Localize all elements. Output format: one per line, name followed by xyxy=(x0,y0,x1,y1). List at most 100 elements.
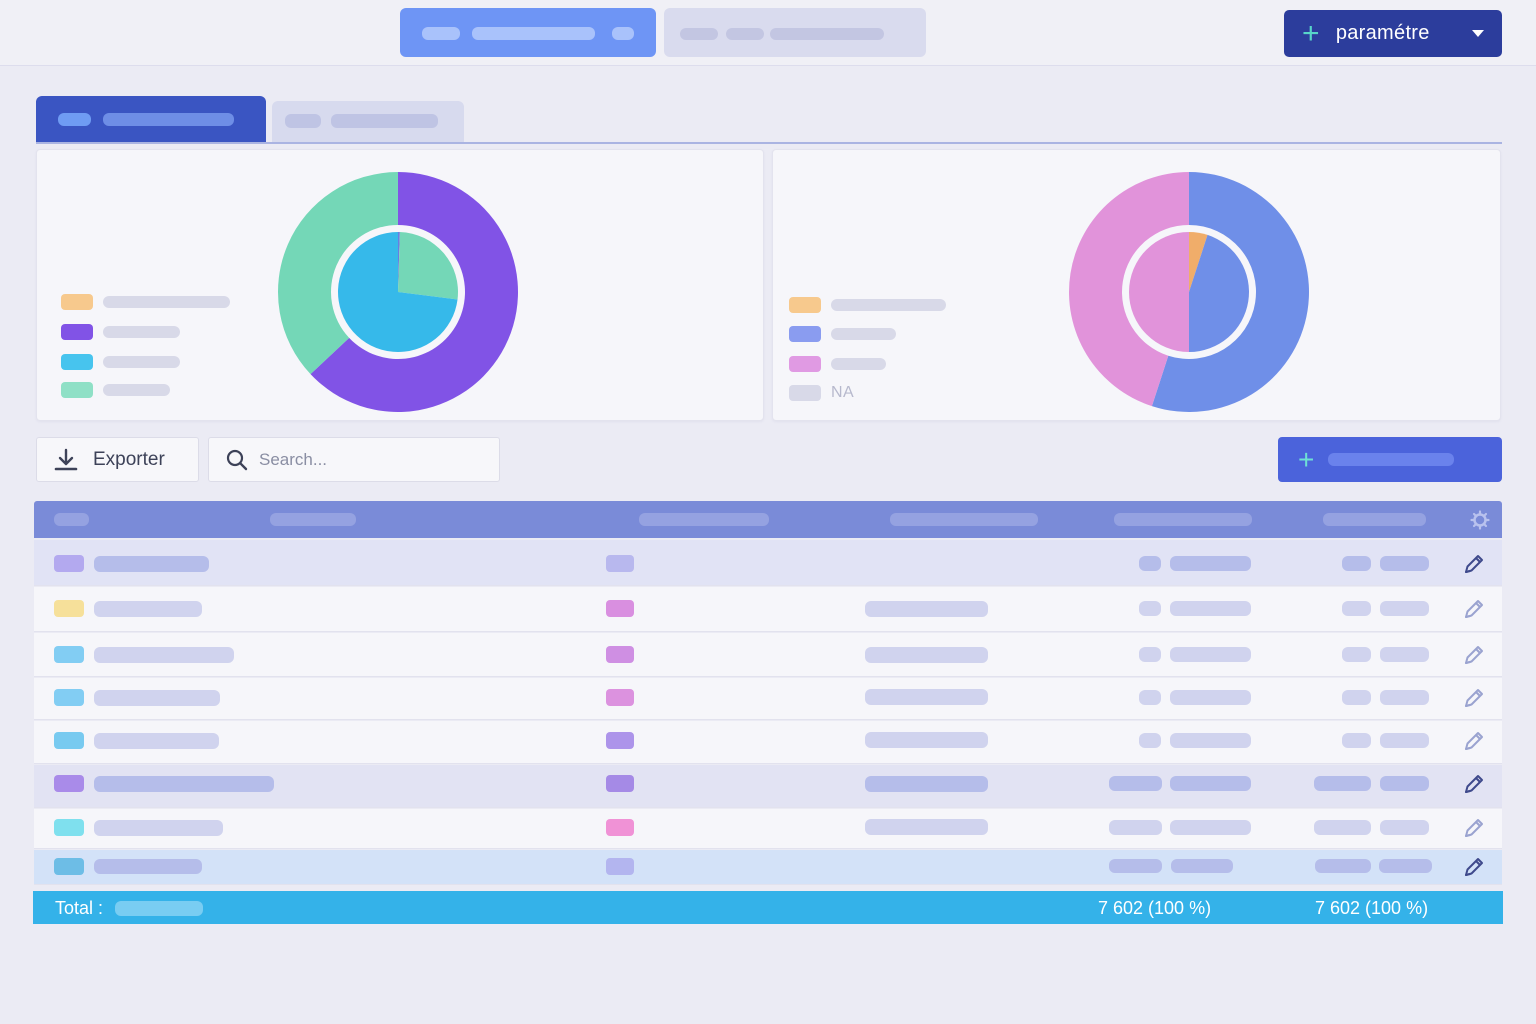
row-value-placeholder xyxy=(865,819,988,835)
legend-item: NA xyxy=(789,384,854,402)
row-value-placeholder xyxy=(1342,556,1371,571)
row-value-placeholder xyxy=(1139,733,1161,748)
search-icon xyxy=(226,449,248,470)
row-value-placeholder xyxy=(1139,690,1161,705)
edit-pencil-icon[interactable] xyxy=(1462,816,1486,840)
row-tag-swatch xyxy=(606,732,634,749)
row-value-placeholder xyxy=(1380,820,1429,835)
edit-pencil-icon[interactable] xyxy=(1462,552,1486,576)
column-header-placeholder[interactable] xyxy=(1323,513,1426,526)
settings-gear-icon[interactable] xyxy=(1470,510,1490,530)
table-row[interactable] xyxy=(34,587,1502,632)
nav-label-placeholder xyxy=(770,28,884,40)
legend-swatch xyxy=(789,385,821,401)
row-name-placeholder xyxy=(94,859,202,874)
table-header xyxy=(34,501,1502,538)
donut-inner-slice xyxy=(1128,232,1189,352)
row-value-placeholder xyxy=(1170,647,1251,662)
row-value-placeholder xyxy=(1315,859,1371,873)
row-name-placeholder xyxy=(94,820,223,836)
row-value-placeholder xyxy=(865,732,988,748)
row-value-placeholder xyxy=(1342,647,1371,662)
table-row[interactable] xyxy=(34,540,1502,586)
legend-label-placeholder xyxy=(831,328,896,340)
table-row[interactable] xyxy=(34,809,1502,849)
plus-icon: + xyxy=(1298,443,1315,475)
row-value-placeholder xyxy=(1109,820,1162,835)
total-label: Total : xyxy=(55,898,104,918)
legend-swatch xyxy=(789,356,821,372)
table-row[interactable] xyxy=(34,633,1502,677)
legend-item xyxy=(789,356,886,372)
row-value-placeholder xyxy=(1139,601,1161,616)
row-color-swatch xyxy=(54,600,84,617)
donut-chart xyxy=(278,172,518,412)
table-row[interactable] xyxy=(34,765,1502,808)
row-value-placeholder xyxy=(1139,556,1161,571)
legend-item xyxy=(61,294,230,310)
table-row[interactable] xyxy=(34,678,1502,720)
column-header-placeholder[interactable] xyxy=(54,513,89,526)
nav-badge-placeholder xyxy=(612,27,634,40)
row-name-placeholder xyxy=(94,556,209,572)
edit-pencil-icon[interactable] xyxy=(1462,729,1486,753)
legend-label-placeholder xyxy=(103,384,170,396)
add-button[interactable]: + xyxy=(1278,437,1502,482)
table-row[interactable] xyxy=(34,850,1502,885)
plus-icon: + xyxy=(1302,16,1320,50)
nav-icon-placeholder xyxy=(680,28,718,40)
row-value-placeholder xyxy=(1109,859,1162,873)
row-color-swatch xyxy=(54,689,84,706)
tab-active[interactable] xyxy=(36,96,266,143)
tab-label-placeholder xyxy=(103,113,234,126)
row-color-swatch xyxy=(54,858,84,875)
search-field[interactable] xyxy=(208,437,500,482)
edit-pencil-icon[interactable] xyxy=(1462,772,1486,796)
legend-item xyxy=(61,354,180,370)
legend-label-placeholder xyxy=(831,358,886,370)
column-header-placeholder[interactable] xyxy=(890,513,1038,526)
tab-inactive[interactable] xyxy=(272,101,464,143)
export-button-label: Exporter xyxy=(93,448,165,470)
legend-swatch xyxy=(789,326,821,342)
legend-label-na: NA xyxy=(831,384,855,401)
column-header-placeholder[interactable] xyxy=(639,513,769,526)
column-header-placeholder[interactable] xyxy=(270,513,356,526)
row-name-placeholder xyxy=(94,601,202,617)
row-color-swatch xyxy=(54,775,84,792)
legend-swatch xyxy=(61,382,93,398)
settings-dropdown-button[interactable]: + paramétre xyxy=(1284,10,1502,57)
row-value-placeholder xyxy=(1139,647,1161,662)
legend-item xyxy=(61,324,180,340)
column-header-placeholder[interactable] xyxy=(1114,513,1252,526)
export-button[interactable]: Exporter xyxy=(36,437,199,482)
legend-item xyxy=(789,297,946,313)
search-input[interactable] xyxy=(259,449,489,470)
row-value-placeholder xyxy=(1380,733,1429,748)
top-nav-tab-active[interactable] xyxy=(400,8,656,57)
row-value-placeholder xyxy=(1170,733,1251,748)
row-value-placeholder xyxy=(1379,859,1432,873)
edit-pencil-icon[interactable] xyxy=(1462,597,1486,621)
edit-pencil-icon[interactable] xyxy=(1462,643,1486,667)
legend-label-placeholder xyxy=(103,356,180,368)
add-button-label-placeholder xyxy=(1328,453,1455,466)
nav-icon-placeholder xyxy=(422,27,460,40)
legend-swatch xyxy=(61,354,93,370)
table-row[interactable] xyxy=(34,721,1502,764)
row-value-placeholder xyxy=(1109,776,1162,791)
row-value-placeholder xyxy=(1170,601,1251,616)
row-tag-swatch xyxy=(606,689,634,706)
tab-divider xyxy=(36,142,1502,144)
row-name-placeholder xyxy=(94,776,274,792)
row-value-placeholder xyxy=(1380,647,1429,662)
tab-icon-placeholder xyxy=(285,114,321,128)
edit-pencil-icon[interactable] xyxy=(1462,686,1486,710)
top-nav-tab[interactable] xyxy=(664,8,926,57)
donut-chart xyxy=(1069,172,1309,412)
row-color-swatch xyxy=(54,646,84,663)
row-value-placeholder xyxy=(1380,690,1429,705)
row-value-placeholder xyxy=(1342,690,1371,705)
edit-pencil-icon[interactable] xyxy=(1462,855,1486,879)
legend-swatch xyxy=(789,297,821,313)
